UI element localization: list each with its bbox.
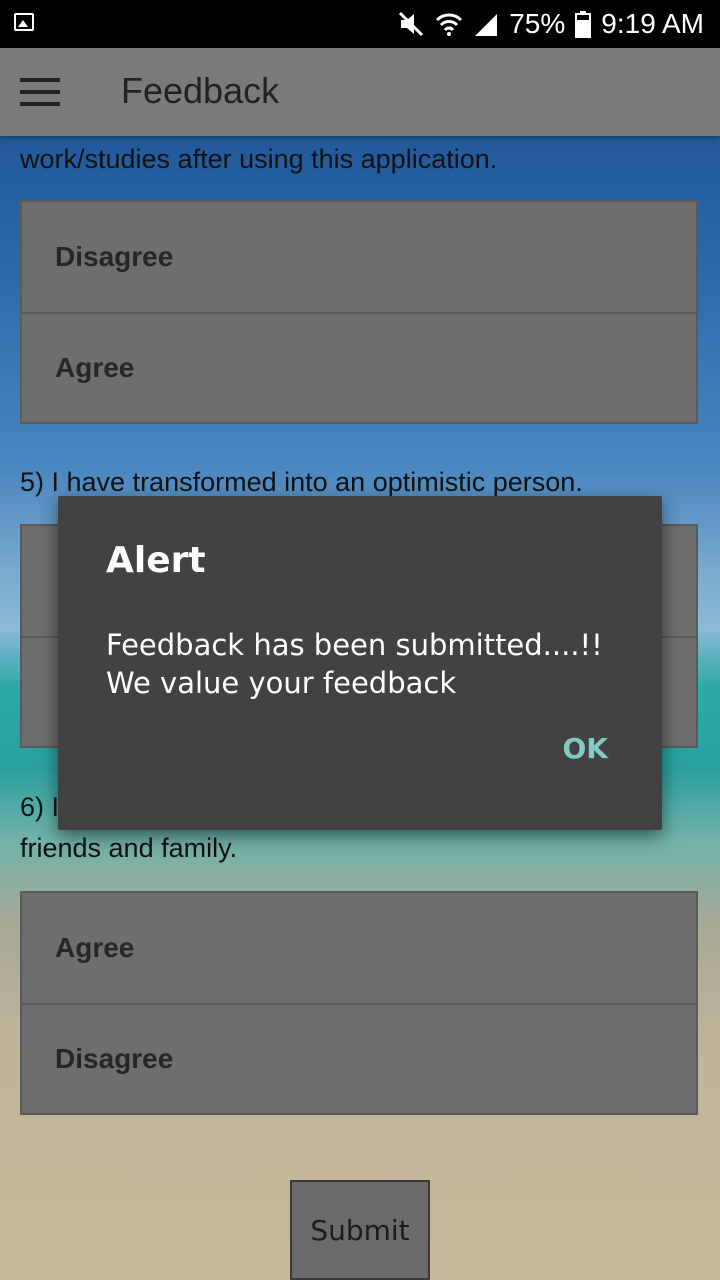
signal-icon [475, 14, 498, 36]
wifi-icon [436, 13, 463, 36]
dialog-title: Alert [106, 540, 206, 581]
screen: 75% 9:19 AM Feedback work/studies after … [0, 0, 720, 1280]
question-4-text: work/studies after using this applicatio… [20, 144, 498, 174]
battery-icon [575, 11, 592, 38]
dialog-message-line-1: Feedback has been submitted....!! [106, 628, 603, 662]
page-title: Feedback [121, 70, 280, 111]
hamburger-menu-icon[interactable] [20, 78, 60, 106]
dialog-message: Feedback has been submitted....!! We val… [106, 626, 626, 702]
clock: 9:19 AM [601, 8, 704, 39]
status-bar: 75% 9:19 AM [0, 0, 720, 48]
option-agree[interactable]: Agree [22, 893, 696, 1003]
app-bar: Feedback [0, 48, 720, 136]
battery-percent: 75% [509, 8, 566, 39]
ok-button[interactable]: OK [563, 732, 609, 765]
question-4-options: Disagree Agree [20, 200, 698, 424]
question-6-text: friends and family. [20, 833, 238, 863]
status-indicators: 75% 9:19 AM [397, 0, 704, 48]
mute-icon [399, 11, 424, 37]
submit-button[interactable]: Submit [290, 1180, 430, 1280]
option-disagree[interactable]: Disagree [22, 1003, 696, 1113]
image-icon [14, 13, 34, 31]
option-agree[interactable]: Agree [22, 312, 696, 422]
option-disagree[interactable]: Disagree [22, 202, 696, 312]
dialog-message-line-2: We value your feedback [106, 666, 457, 700]
question-6-options: Agree Disagree [20, 891, 698, 1115]
alert-dialog: Alert Feedback has been submitted....!! … [58, 496, 662, 830]
